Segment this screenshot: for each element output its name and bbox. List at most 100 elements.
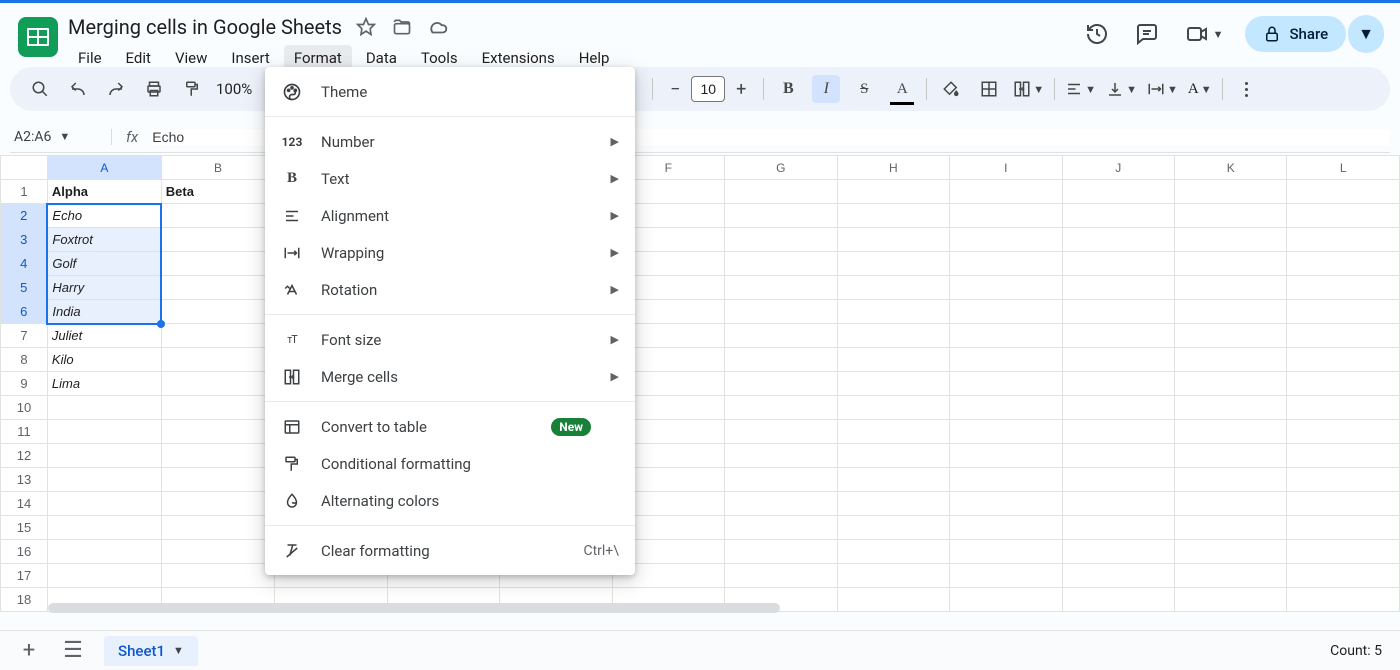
row-header-13[interactable]: 13	[1, 468, 48, 492]
horizontal-align-button[interactable]: ▼	[1065, 80, 1096, 98]
cell-H10[interactable]	[837, 396, 949, 420]
row-header-6[interactable]: 6	[1, 300, 48, 324]
font-size-increase[interactable]: +	[729, 79, 753, 100]
cell-G3[interactable]	[725, 228, 838, 252]
menu-text[interactable]: B Text ▶	[265, 160, 635, 197]
cell-K15[interactable]	[1174, 516, 1286, 540]
cell-L7[interactable]	[1287, 324, 1400, 348]
menu-conditional-formatting[interactable]: Conditional formatting	[265, 445, 635, 482]
col-header-I[interactable]: I	[950, 156, 1062, 180]
cell-L3[interactable]	[1287, 228, 1400, 252]
meet-icon[interactable]	[1183, 20, 1211, 48]
menu-font-size[interactable]: ᴛT Font size ▶	[265, 321, 635, 358]
cell-L14[interactable]	[1287, 492, 1400, 516]
name-box-dropdown[interactable]: ▼	[59, 130, 70, 143]
cell-B11[interactable]	[161, 420, 274, 444]
row-header-12[interactable]: 12	[1, 444, 48, 468]
cell-J3[interactable]	[1062, 228, 1174, 252]
cell-A2[interactable]: Echo	[47, 204, 161, 228]
cell-J8[interactable]	[1062, 348, 1174, 372]
cell-K3[interactable]	[1174, 228, 1286, 252]
cell-A13[interactable]	[47, 468, 161, 492]
share-button[interactable]: Share	[1245, 16, 1346, 52]
cell-J5[interactable]	[1062, 276, 1174, 300]
row-header-3[interactable]: 3	[1, 228, 48, 252]
menu-wrapping[interactable]: Wrapping ▶	[265, 234, 635, 271]
menu-rotation[interactable]: Rotation ▶	[265, 271, 635, 308]
name-box[interactable]: A2:A6 ▼	[10, 129, 112, 145]
cell-K5[interactable]	[1174, 276, 1286, 300]
cell-I13[interactable]	[950, 468, 1062, 492]
cell-H14[interactable]	[837, 492, 949, 516]
cell-B13[interactable]	[161, 468, 274, 492]
cell-K16[interactable]	[1174, 540, 1286, 564]
star-icon[interactable]	[354, 15, 378, 39]
cell-H17[interactable]	[837, 564, 949, 588]
cell-I6[interactable]	[950, 300, 1062, 324]
cell-B4[interactable]	[161, 252, 274, 276]
cell-L2[interactable]	[1287, 204, 1400, 228]
italic-button[interactable]: I	[812, 75, 840, 103]
cell-A9[interactable]: Lima	[47, 372, 161, 396]
cell-A1[interactable]: Alpha	[47, 180, 161, 204]
row-header-10[interactable]: 10	[1, 396, 48, 420]
cell-B5[interactable]	[161, 276, 274, 300]
cell-G14[interactable]	[725, 492, 838, 516]
cell-G2[interactable]	[725, 204, 838, 228]
cell-K11[interactable]	[1174, 420, 1286, 444]
cell-L17[interactable]	[1287, 564, 1400, 588]
row-header-5[interactable]: 5	[1, 276, 48, 300]
cell-I16[interactable]	[950, 540, 1062, 564]
print-icon[interactable]	[140, 75, 168, 103]
cell-J7[interactable]	[1062, 324, 1174, 348]
cloud-status-icon[interactable]	[426, 15, 450, 39]
cell-K9[interactable]	[1174, 372, 1286, 396]
menu-merge-cells[interactable]: Merge cells ▶	[265, 358, 635, 395]
borders-button[interactable]	[975, 75, 1003, 103]
cell-G13[interactable]	[725, 468, 838, 492]
cell-I7[interactable]	[950, 324, 1062, 348]
row-header-16[interactable]: 16	[1, 540, 48, 564]
cell-A11[interactable]	[47, 420, 161, 444]
cell-B7[interactable]	[161, 324, 274, 348]
menu-theme[interactable]: Theme	[265, 73, 635, 110]
cell-L12[interactable]	[1287, 444, 1400, 468]
cell-L5[interactable]	[1287, 276, 1400, 300]
bold-button[interactable]: B	[774, 75, 802, 103]
all-sheets-button[interactable]: ☰	[60, 638, 86, 663]
cell-L6[interactable]	[1287, 300, 1400, 324]
cell-L9[interactable]	[1287, 372, 1400, 396]
cell-I8[interactable]	[950, 348, 1062, 372]
cell-L1[interactable]	[1287, 180, 1400, 204]
cell-B12[interactable]	[161, 444, 274, 468]
cell-J17[interactable]	[1062, 564, 1174, 588]
col-header-J[interactable]: J	[1062, 156, 1174, 180]
cell-L13[interactable]	[1287, 468, 1400, 492]
cell-A3[interactable]: Foxtrot	[47, 228, 161, 252]
cell-B6[interactable]	[161, 300, 274, 324]
cell-G12[interactable]	[725, 444, 838, 468]
cell-H16[interactable]	[837, 540, 949, 564]
row-header-17[interactable]: 17	[1, 564, 48, 588]
cell-J14[interactable]	[1062, 492, 1174, 516]
history-icon[interactable]	[1083, 20, 1111, 48]
cell-J15[interactable]	[1062, 516, 1174, 540]
text-color-button[interactable]: A	[888, 75, 916, 103]
cell-G7[interactable]	[725, 324, 838, 348]
cell-G1[interactable]	[725, 180, 838, 204]
cell-G17[interactable]	[725, 564, 838, 588]
cell-A5[interactable]: Harry	[47, 276, 161, 300]
row-header-14[interactable]: 14	[1, 492, 48, 516]
cell-G10[interactable]	[725, 396, 838, 420]
cell-K2[interactable]	[1174, 204, 1286, 228]
cell-J6[interactable]	[1062, 300, 1174, 324]
merge-cells-button[interactable]: ▼	[1013, 80, 1044, 98]
cell-A4[interactable]: Golf	[47, 252, 161, 276]
cell-K13[interactable]	[1174, 468, 1286, 492]
cell-K4[interactable]	[1174, 252, 1286, 276]
cell-L11[interactable]	[1287, 420, 1400, 444]
cell-A8[interactable]: Kilo	[47, 348, 161, 372]
cell-A15[interactable]	[47, 516, 161, 540]
cell-I5[interactable]	[950, 276, 1062, 300]
document-title[interactable]: Merging cells in Google Sheets	[68, 15, 342, 39]
